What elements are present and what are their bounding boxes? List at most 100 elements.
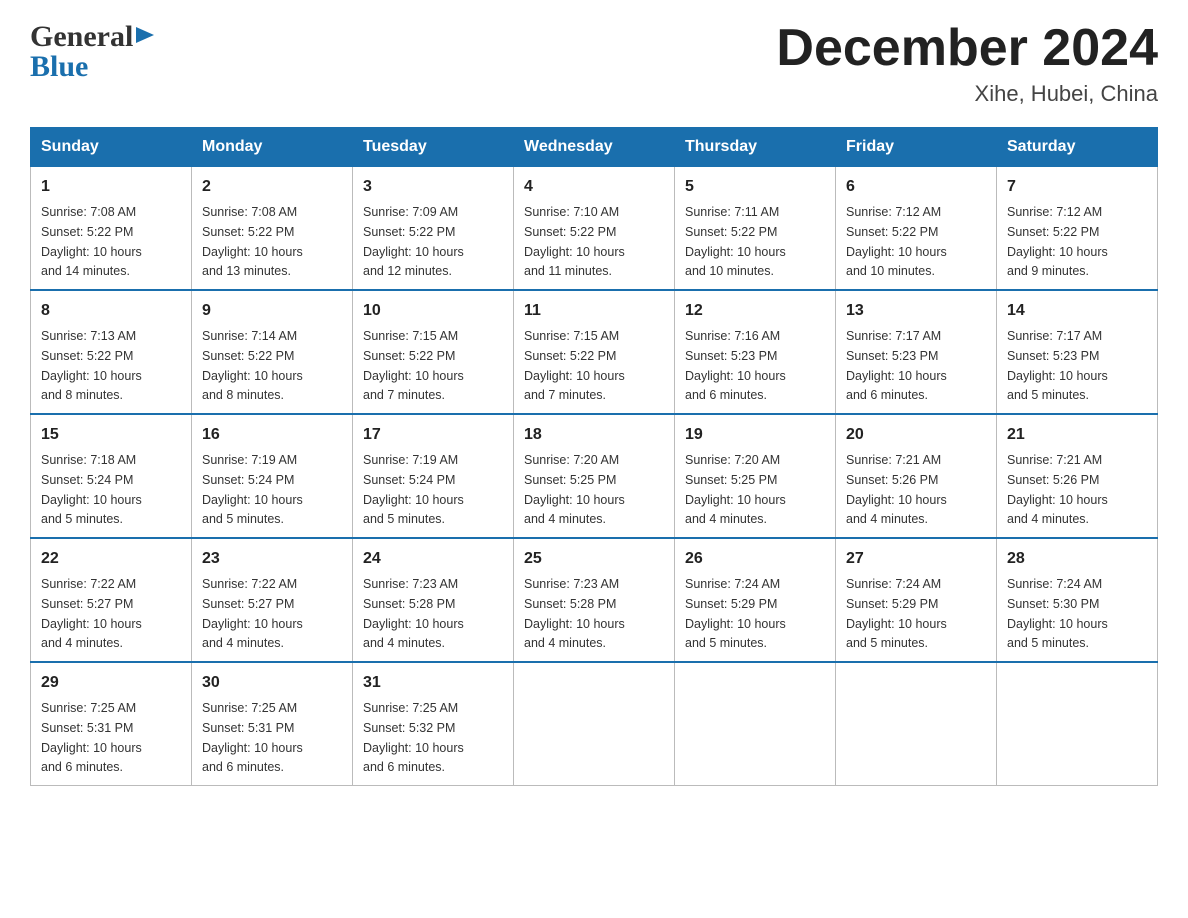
day-info: Sunrise: 7:08 AMSunset: 5:22 PMDaylight:… xyxy=(41,205,142,278)
day-number: 1 xyxy=(41,175,181,199)
table-row: 26 Sunrise: 7:24 AMSunset: 5:29 PMDaylig… xyxy=(675,538,836,662)
day-info: Sunrise: 7:12 AMSunset: 5:22 PMDaylight:… xyxy=(846,205,947,278)
day-info: Sunrise: 7:20 AMSunset: 5:25 PMDaylight:… xyxy=(524,453,625,526)
day-info: Sunrise: 7:25 AMSunset: 5:31 PMDaylight:… xyxy=(202,701,303,774)
day-number: 6 xyxy=(846,175,986,199)
day-info: Sunrise: 7:12 AMSunset: 5:22 PMDaylight:… xyxy=(1007,205,1108,278)
table-row xyxy=(997,662,1158,786)
calendar-table: Sunday Monday Tuesday Wednesday Thursday… xyxy=(30,127,1158,786)
day-info: Sunrise: 7:17 AMSunset: 5:23 PMDaylight:… xyxy=(1007,329,1108,402)
calendar-week-2: 8 Sunrise: 7:13 AMSunset: 5:22 PMDayligh… xyxy=(31,290,1158,414)
day-number: 7 xyxy=(1007,175,1147,199)
table-row: 13 Sunrise: 7:17 AMSunset: 5:23 PMDaylig… xyxy=(836,290,997,414)
day-info: Sunrise: 7:25 AMSunset: 5:31 PMDaylight:… xyxy=(41,701,142,774)
day-number: 29 xyxy=(41,671,181,695)
day-number: 21 xyxy=(1007,423,1147,447)
day-info: Sunrise: 7:08 AMSunset: 5:22 PMDaylight:… xyxy=(202,205,303,278)
table-row: 24 Sunrise: 7:23 AMSunset: 5:28 PMDaylig… xyxy=(353,538,514,662)
day-info: Sunrise: 7:22 AMSunset: 5:27 PMDaylight:… xyxy=(41,577,142,650)
day-number: 4 xyxy=(524,175,664,199)
logo: General Blue xyxy=(30,20,158,84)
day-number: 15 xyxy=(41,423,181,447)
table-row: 25 Sunrise: 7:23 AMSunset: 5:28 PMDaylig… xyxy=(514,538,675,662)
day-number: 26 xyxy=(685,547,825,571)
calendar-week-1: 1 Sunrise: 7:08 AMSunset: 5:22 PMDayligh… xyxy=(31,167,1158,291)
table-row: 1 Sunrise: 7:08 AMSunset: 5:22 PMDayligh… xyxy=(31,167,192,291)
day-info: Sunrise: 7:11 AMSunset: 5:22 PMDaylight:… xyxy=(685,205,786,278)
table-row: 6 Sunrise: 7:12 AMSunset: 5:22 PMDayligh… xyxy=(836,167,997,291)
day-info: Sunrise: 7:18 AMSunset: 5:24 PMDaylight:… xyxy=(41,453,142,526)
table-row: 11 Sunrise: 7:15 AMSunset: 5:22 PMDaylig… xyxy=(514,290,675,414)
day-info: Sunrise: 7:25 AMSunset: 5:32 PMDaylight:… xyxy=(363,701,464,774)
day-number: 22 xyxy=(41,547,181,571)
day-info: Sunrise: 7:17 AMSunset: 5:23 PMDaylight:… xyxy=(846,329,947,402)
day-info: Sunrise: 7:14 AMSunset: 5:22 PMDaylight:… xyxy=(202,329,303,402)
logo-arrow-icon xyxy=(136,27,158,54)
day-info: Sunrise: 7:10 AMSunset: 5:22 PMDaylight:… xyxy=(524,205,625,278)
table-row: 30 Sunrise: 7:25 AMSunset: 5:31 PMDaylig… xyxy=(192,662,353,786)
table-row xyxy=(514,662,675,786)
day-info: Sunrise: 7:13 AMSunset: 5:22 PMDaylight:… xyxy=(41,329,142,402)
location-text: Xihe, Hubei, China xyxy=(776,81,1158,107)
day-number: 30 xyxy=(202,671,342,695)
table-row: 16 Sunrise: 7:19 AMSunset: 5:24 PMDaylig… xyxy=(192,414,353,538)
day-number: 16 xyxy=(202,423,342,447)
day-info: Sunrise: 7:15 AMSunset: 5:22 PMDaylight:… xyxy=(524,329,625,402)
table-row: 27 Sunrise: 7:24 AMSunset: 5:29 PMDaylig… xyxy=(836,538,997,662)
day-number: 8 xyxy=(41,299,181,323)
day-number: 2 xyxy=(202,175,342,199)
calendar-header-row: Sunday Monday Tuesday Wednesday Thursday… xyxy=(31,128,1158,167)
day-info: Sunrise: 7:22 AMSunset: 5:27 PMDaylight:… xyxy=(202,577,303,650)
col-monday: Monday xyxy=(192,128,353,167)
col-sunday: Sunday xyxy=(31,128,192,167)
col-saturday: Saturday xyxy=(997,128,1158,167)
day-info: Sunrise: 7:19 AMSunset: 5:24 PMDaylight:… xyxy=(202,453,303,526)
table-row: 17 Sunrise: 7:19 AMSunset: 5:24 PMDaylig… xyxy=(353,414,514,538)
day-number: 20 xyxy=(846,423,986,447)
day-number: 18 xyxy=(524,423,664,447)
table-row: 31 Sunrise: 7:25 AMSunset: 5:32 PMDaylig… xyxy=(353,662,514,786)
logo-general-text: General xyxy=(30,20,133,54)
day-info: Sunrise: 7:23 AMSunset: 5:28 PMDaylight:… xyxy=(524,577,625,650)
table-row: 14 Sunrise: 7:17 AMSunset: 5:23 PMDaylig… xyxy=(997,290,1158,414)
table-row: 12 Sunrise: 7:16 AMSunset: 5:23 PMDaylig… xyxy=(675,290,836,414)
day-info: Sunrise: 7:24 AMSunset: 5:30 PMDaylight:… xyxy=(1007,577,1108,650)
col-wednesday: Wednesday xyxy=(514,128,675,167)
title-block: December 2024 Xihe, Hubei, China xyxy=(776,20,1158,107)
month-title: December 2024 xyxy=(776,20,1158,77)
table-row: 15 Sunrise: 7:18 AMSunset: 5:24 PMDaylig… xyxy=(31,414,192,538)
day-number: 12 xyxy=(685,299,825,323)
day-number: 14 xyxy=(1007,299,1147,323)
page-header: General Blue December 2024 Xihe, Hubei, … xyxy=(30,20,1158,107)
col-friday: Friday xyxy=(836,128,997,167)
table-row: 10 Sunrise: 7:15 AMSunset: 5:22 PMDaylig… xyxy=(353,290,514,414)
day-info: Sunrise: 7:24 AMSunset: 5:29 PMDaylight:… xyxy=(846,577,947,650)
calendar-week-4: 22 Sunrise: 7:22 AMSunset: 5:27 PMDaylig… xyxy=(31,538,1158,662)
table-row: 3 Sunrise: 7:09 AMSunset: 5:22 PMDayligh… xyxy=(353,167,514,291)
day-info: Sunrise: 7:15 AMSunset: 5:22 PMDaylight:… xyxy=(363,329,464,402)
day-number: 13 xyxy=(846,299,986,323)
day-info: Sunrise: 7:23 AMSunset: 5:28 PMDaylight:… xyxy=(363,577,464,650)
day-number: 25 xyxy=(524,547,664,571)
table-row: 4 Sunrise: 7:10 AMSunset: 5:22 PMDayligh… xyxy=(514,167,675,291)
table-row: 29 Sunrise: 7:25 AMSunset: 5:31 PMDaylig… xyxy=(31,662,192,786)
day-number: 17 xyxy=(363,423,503,447)
table-row: 18 Sunrise: 7:20 AMSunset: 5:25 PMDaylig… xyxy=(514,414,675,538)
day-number: 9 xyxy=(202,299,342,323)
day-info: Sunrise: 7:19 AMSunset: 5:24 PMDaylight:… xyxy=(363,453,464,526)
logo-blue-text: Blue xyxy=(30,50,88,84)
table-row: 28 Sunrise: 7:24 AMSunset: 5:30 PMDaylig… xyxy=(997,538,1158,662)
table-row: 9 Sunrise: 7:14 AMSunset: 5:22 PMDayligh… xyxy=(192,290,353,414)
table-row: 21 Sunrise: 7:21 AMSunset: 5:26 PMDaylig… xyxy=(997,414,1158,538)
table-row: 20 Sunrise: 7:21 AMSunset: 5:26 PMDaylig… xyxy=(836,414,997,538)
day-number: 3 xyxy=(363,175,503,199)
col-thursday: Thursday xyxy=(675,128,836,167)
table-row: 5 Sunrise: 7:11 AMSunset: 5:22 PMDayligh… xyxy=(675,167,836,291)
day-number: 27 xyxy=(846,547,986,571)
table-row: 19 Sunrise: 7:20 AMSunset: 5:25 PMDaylig… xyxy=(675,414,836,538)
day-info: Sunrise: 7:21 AMSunset: 5:26 PMDaylight:… xyxy=(846,453,947,526)
day-number: 11 xyxy=(524,299,664,323)
table-row xyxy=(675,662,836,786)
table-row: 23 Sunrise: 7:22 AMSunset: 5:27 PMDaylig… xyxy=(192,538,353,662)
day-number: 31 xyxy=(363,671,503,695)
